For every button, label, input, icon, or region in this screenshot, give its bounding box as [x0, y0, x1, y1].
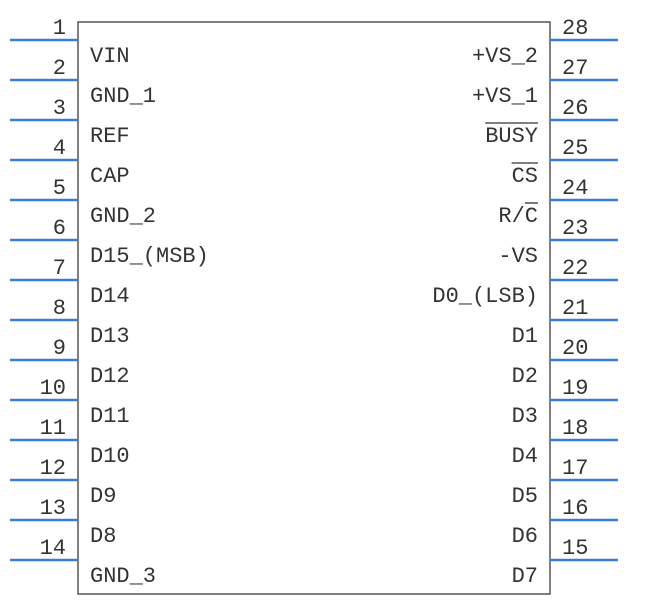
pin-number: 6 — [53, 216, 66, 241]
pin-number: 26 — [562, 96, 588, 121]
pin-label: D9 — [90, 484, 116, 509]
pin-number: 3 — [53, 96, 66, 121]
pin-number: 27 — [562, 56, 588, 81]
pin-label: CS — [512, 164, 538, 189]
pin-number: 9 — [53, 336, 66, 361]
pin-number: 16 — [562, 496, 588, 521]
pin-label: VIN — [90, 44, 130, 69]
pin-number: 24 — [562, 176, 588, 201]
pin-label: REF — [90, 124, 130, 149]
pin-label: D10 — [90, 444, 130, 469]
pin-label: BUSY — [485, 124, 538, 149]
pin-label: D0_(LSB) — [432, 284, 538, 309]
pin-label: D6 — [512, 524, 538, 549]
pin-label: D5 — [512, 484, 538, 509]
pin-number: 18 — [562, 416, 588, 441]
pin-number: 21 — [562, 296, 588, 321]
pin-number: 1 — [53, 16, 66, 41]
pin-label: D2 — [512, 364, 538, 389]
pin-number: 20 — [562, 336, 588, 361]
pin-number: 4 — [53, 136, 66, 161]
pin-label: -VS — [498, 244, 538, 269]
pin-number: 19 — [562, 376, 588, 401]
pin-number: 11 — [40, 416, 66, 441]
pin-label: GND_3 — [90, 564, 156, 589]
pin-number: 2 — [53, 56, 66, 81]
pin-label: D11 — [90, 404, 130, 429]
pin-number: 7 — [53, 256, 66, 281]
pin-number: 5 — [53, 176, 66, 201]
pin-label: D13 — [90, 324, 130, 349]
pin-number: 10 — [40, 376, 66, 401]
pin-number: 28 — [562, 16, 588, 41]
pin-label: D8 — [90, 524, 116, 549]
pin-label: D3 — [512, 404, 538, 429]
pin-label: CAP — [90, 164, 130, 189]
pin-label: R/C — [498, 204, 538, 229]
pin-label: +VS_2 — [472, 44, 538, 69]
pin-label: D15_(MSB) — [90, 244, 209, 269]
pin-number: 12 — [40, 456, 66, 481]
pin-label: D4 — [512, 444, 538, 469]
pin-number: 13 — [40, 496, 66, 521]
pin-number: 17 — [562, 456, 588, 481]
pin-number: 22 — [562, 256, 588, 281]
pin-number: 25 — [562, 136, 588, 161]
pin-label: D1 — [512, 324, 538, 349]
pin-number: 14 — [40, 536, 66, 561]
pin-number: 15 — [562, 536, 588, 561]
pinout-diagram: 1VIN2GND_13REF4CAP5GND_26D15_(MSB)7D148D… — [0, 0, 648, 612]
pin-label: +VS_1 — [472, 84, 538, 109]
pin-label: D7 — [512, 564, 538, 589]
pin-label: D14 — [90, 284, 130, 309]
pin-number: 8 — [53, 296, 66, 321]
pin-label: D12 — [90, 364, 130, 389]
pin-label: GND_1 — [90, 84, 156, 109]
pin-number: 23 — [562, 216, 588, 241]
pin-label: GND_2 — [90, 204, 156, 229]
